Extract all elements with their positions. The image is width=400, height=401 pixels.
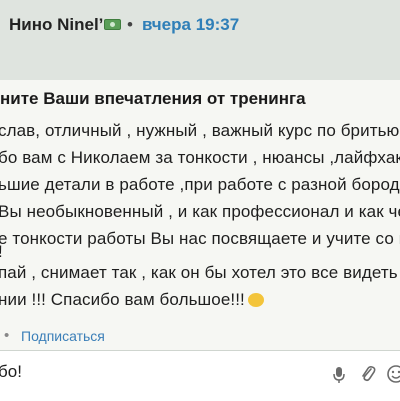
post-body-text: нии !!! Спасибо вам большое!!! [0,290,245,309]
reply-input[interactable]: бо! [0,362,22,382]
separator-dot: • [127,15,133,34]
post-title: ните Ваши впечатления от тренинга [0,89,306,108]
emoji-icon[interactable] [386,364,400,384]
subscribe-link[interactable]: Подписаться [21,328,105,344]
post-body-line: е тонкости работы Вы нас посвящаете и уч… [0,229,400,248]
author-name[interactable]: Нино Ninel’ [9,15,103,35]
attach-icon[interactable] [360,364,376,384]
microphone-icon[interactable] [332,366,346,384]
post-header: Нино Ninel’ • вчера 19:37 [0,0,400,48]
post-time[interactable]: вчера 19:37 [142,15,239,35]
hug-emoji-icon [247,293,264,307]
post-body-line: ьшие детали в работе ,при работе с разно… [0,175,400,194]
post-body-line: пай , снимает так , как он бы хотел это … [0,263,398,282]
post-body-line: ! [0,242,3,262]
post-body-line-last: нии !!! Спасибо вам большое!!! [0,290,264,310]
money-icon [104,19,121,30]
post-body-line: Вы необыкновенный , и как профессионал и… [0,202,400,221]
post-body-line: слав, отличный , нужный , важный курс по… [0,121,400,140]
post-body-line: бо вам с Николаем за тонкости , нюансы ,… [0,148,400,167]
meta-dot: • [4,327,10,344]
